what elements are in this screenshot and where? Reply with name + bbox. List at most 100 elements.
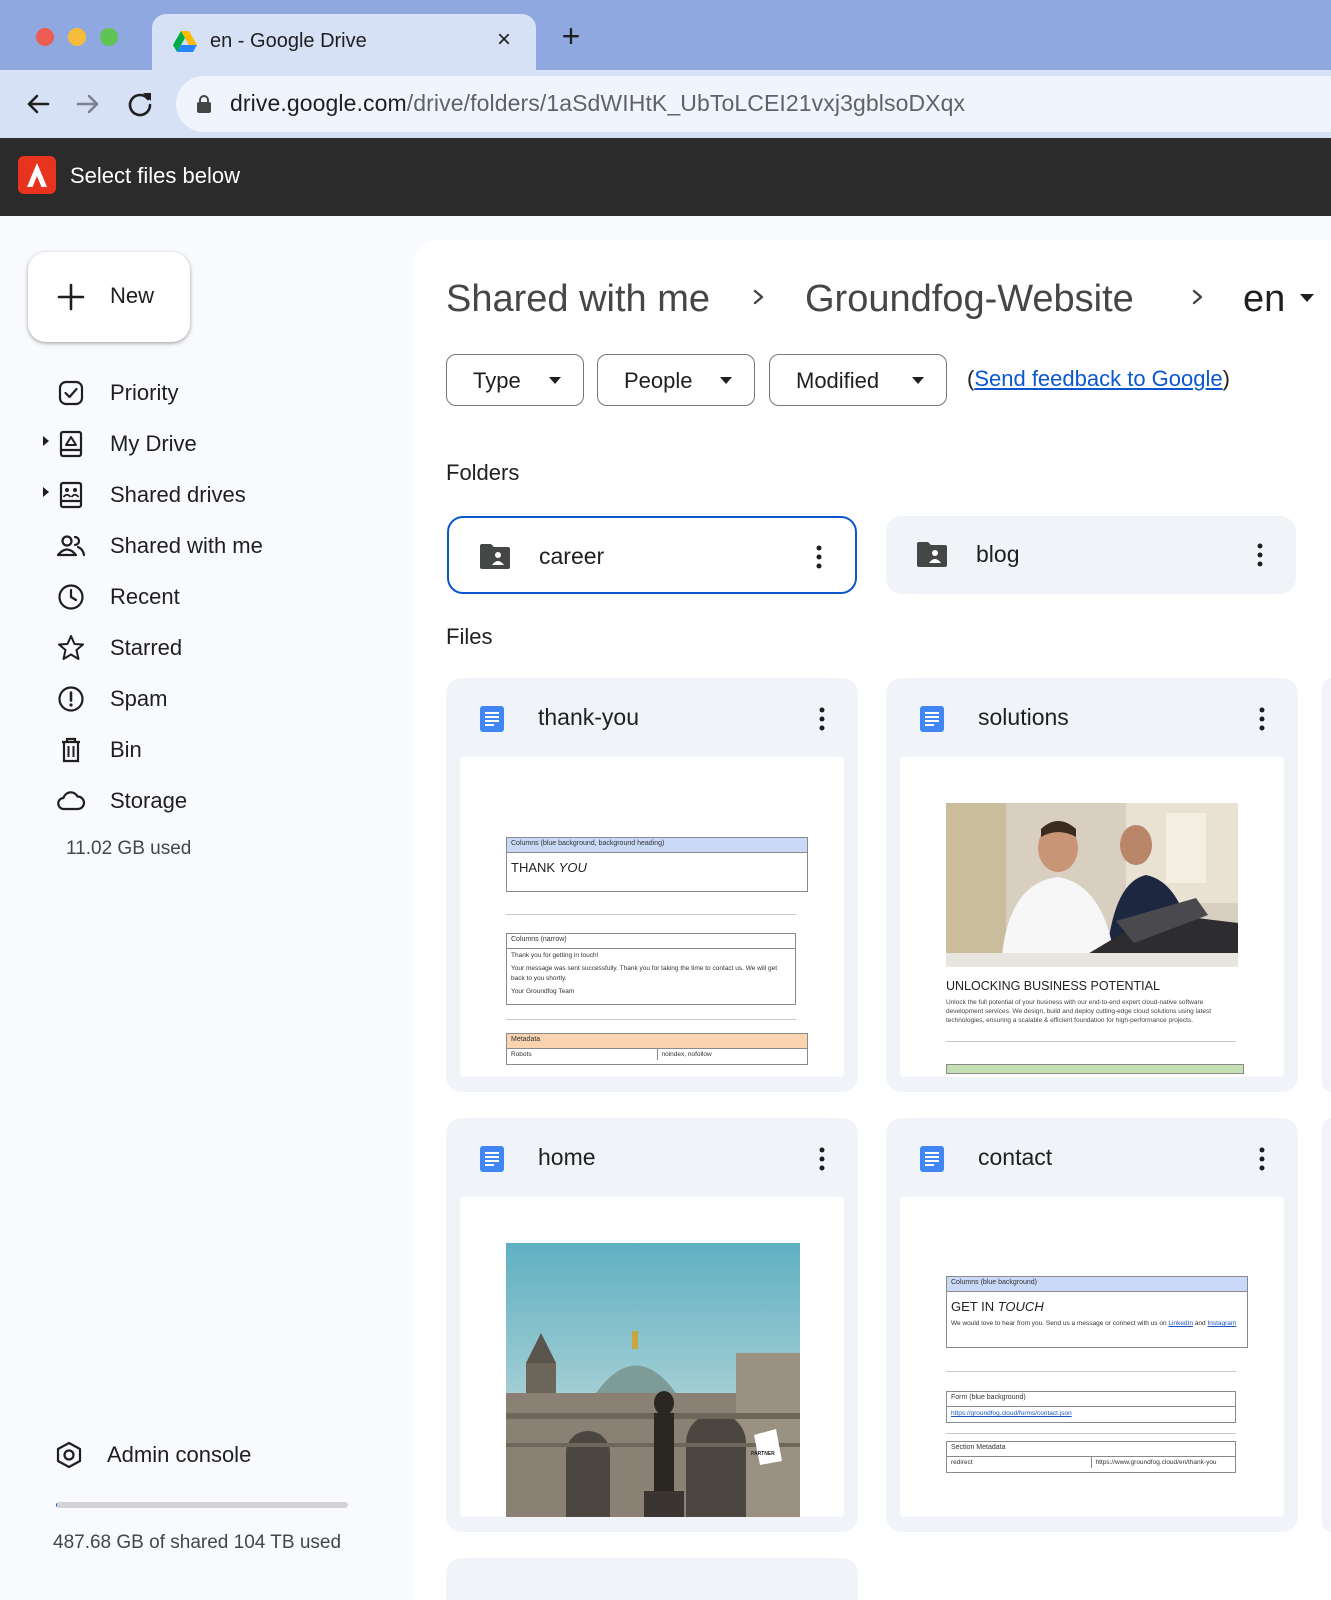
sidebar-item-label: Starred — [110, 635, 183, 660]
google-docs-icon — [480, 706, 504, 732]
preview-heading-block: Columns (blue background, background hea… — [506, 837, 808, 892]
window-maximize-button[interactable] — [100, 28, 118, 46]
google-docs-icon — [920, 1146, 944, 1172]
adobe-logo-icon — [18, 156, 56, 194]
preview-divider — [946, 1433, 1236, 1434]
sidebar-item-bin[interactable]: Bin — [0, 726, 400, 772]
preview-meta-key: redirect — [947, 1457, 1092, 1468]
file-card-partial[interactable] — [446, 1558, 858, 1600]
chevron-right-icon — [753, 289, 764, 305]
chevron-right-icon — [1192, 289, 1203, 305]
sidebar-item-recent[interactable]: Recent — [0, 573, 400, 619]
preview-block-header: Form (blue background) — [947, 1392, 1235, 1407]
folder-item-career[interactable]: career — [447, 516, 857, 594]
preview-metadata-row: redirect https://www.groundfog.cloud/en/… — [947, 1457, 1235, 1468]
folders-section-label: Folders — [446, 460, 520, 485]
sidebar-item-label: Shared drives — [110, 482, 246, 507]
sidebar-item-label: My Drive — [110, 431, 197, 456]
sidebar-item-priority[interactable]: Priority — [0, 369, 400, 415]
forward-arrow-icon[interactable] — [72, 88, 104, 120]
window-minimize-button[interactable] — [68, 28, 86, 46]
trash-icon — [62, 737, 80, 763]
more-options-icon[interactable] — [810, 704, 834, 734]
sidebar-item-label: Spam — [110, 686, 168, 711]
sidebar-item-my-drive[interactable]: My Drive — [0, 420, 400, 466]
admin-console-link[interactable]: Admin console — [0, 1432, 400, 1478]
sidebar-item-label: Recent — [110, 584, 180, 609]
shared-with-me-icon — [56, 535, 86, 557]
file-card-thank-you[interactable]: thank-you Columns (blue background, back… — [446, 678, 858, 1092]
adobe-extension-bar: Select files below — [0, 138, 1331, 216]
document-preview: UNLOCKING BUSINESS POTENTIAL Unlock the … — [900, 757, 1284, 1077]
preview-line: We would love to hear from you. Send us … — [947, 1317, 1247, 1330]
preview-heading-text: GET IN — [951, 1299, 998, 1314]
sidebar-item-starred[interactable]: Starred — [0, 624, 400, 670]
preview-green-block — [946, 1064, 1244, 1074]
spam-icon — [58, 686, 84, 712]
file-card-solutions[interactable]: solutions UNLOCKING BUSINESS POTENTIAL U… — [886, 678, 1298, 1092]
more-options-icon[interactable] — [810, 1144, 834, 1174]
reload-icon[interactable] — [124, 88, 156, 120]
preview-line: Your Groundfog Team — [511, 988, 575, 996]
filter-modified-chip[interactable]: Modified — [769, 354, 947, 406]
feedback-paren-close: ) — [1222, 366, 1230, 391]
preview-form-block: Form (blue background) https://groundfog… — [946, 1391, 1236, 1423]
new-button[interactable]: New — [28, 252, 190, 342]
sidebar-item-spam[interactable]: Spam — [0, 675, 400, 721]
lock-icon[interactable] — [196, 95, 212, 113]
storage-quota-fill — [56, 1502, 58, 1508]
preview-heading-italic: TOUCH — [997, 1299, 1044, 1314]
admin-console-label: Admin console — [107, 1442, 252, 1467]
admin-console-icon — [56, 1441, 82, 1469]
preview-block-header: Columns (narrow) — [507, 934, 795, 949]
document-preview: Columns (blue background) GET IN TOUCH W… — [900, 1197, 1284, 1517]
sidebar-item-shared-drives[interactable]: Shared drives — [0, 471, 400, 517]
new-button-label: New — [110, 283, 155, 308]
preview-body-block: Columns (narrow) Thank you for getting i… — [506, 933, 796, 1005]
breadcrumb-current-folder[interactable]: en — [1243, 278, 1285, 321]
sidebar-item-label: Priority — [110, 380, 179, 405]
file-card-offscreen[interactable] — [1322, 1118, 1331, 1532]
preview-form-url: https://groundfog.cloud/forms/contact.js… — [951, 1410, 1072, 1417]
more-options-icon[interactable] — [1250, 1144, 1274, 1174]
file-name: home — [538, 1144, 596, 1170]
chevron-down-icon[interactable] — [1300, 294, 1314, 302]
window-close-button[interactable] — [36, 28, 54, 46]
document-preview: Columns (blue background, background hea… — [460, 757, 844, 1077]
files-section-label: Files — [446, 624, 493, 649]
more-options-icon[interactable] — [807, 542, 831, 572]
google-docs-icon — [480, 1146, 504, 1172]
expand-caret-icon[interactable] — [42, 435, 50, 447]
folder-item-blog[interactable]: blog — [886, 516, 1296, 594]
preview-block-header: Columns (blue background) — [947, 1277, 1247, 1292]
browser-tab-active[interactable]: en - Google Drive × — [152, 14, 536, 70]
filter-people-chip[interactable]: People — [597, 354, 755, 406]
preview-metadata-row: Robots noindex, nofollow — [507, 1049, 807, 1060]
file-card-contact[interactable]: contact Columns (blue background) GET IN… — [886, 1118, 1298, 1532]
expand-caret-icon[interactable] — [42, 486, 50, 498]
sidebar-item-storage[interactable]: Storage — [0, 777, 400, 823]
storage-used-text: 11.02 GB used — [66, 838, 192, 859]
sidebar-item-shared-with-me[interactable]: Shared with me — [0, 522, 400, 568]
preview-heading: UNLOCKING BUSINESS POTENTIAL — [946, 979, 1160, 993]
more-options-icon[interactable] — [1250, 704, 1274, 734]
breadcrumb-groundfog-website[interactable]: Groundfog-Website — [805, 278, 1134, 321]
filter-type-chip[interactable]: Type — [446, 354, 584, 406]
file-card-offscreen[interactable] — [1322, 678, 1331, 1092]
new-tab-button[interactable]: + — [556, 20, 586, 52]
preview-meta-value: https://www.groundfog.cloud/en/thank-you — [1095, 1459, 1217, 1466]
breadcrumb-shared-with-me[interactable]: Shared with me — [446, 278, 710, 321]
url-text: drive.google.com/drive/folders/1aSdWIHtK… — [230, 90, 965, 117]
send-feedback-link[interactable]: Send feedback to Google — [974, 366, 1222, 391]
preview-heading: GET IN TOUCH — [947, 1292, 1247, 1317]
tab-title: en - Google Drive — [210, 30, 367, 52]
back-arrow-icon[interactable] — [22, 88, 54, 120]
office-people-photo — [946, 803, 1238, 967]
address-bar[interactable]: drive.google.com/drive/folders/1aSdWIHtK… — [176, 76, 1331, 132]
browser-toolbar: drive.google.com/drive/folders/1aSdWIHtK… — [0, 70, 1331, 138]
preview-heading: THANK YOU — [507, 853, 807, 882]
more-options-icon[interactable] — [1248, 540, 1272, 570]
storage-quota-text: 487.68 GB of shared 104 TB used — [53, 1532, 342, 1553]
tab-close-icon[interactable]: × — [490, 26, 518, 54]
file-card-home[interactable]: home PARTNER — [446, 1118, 858, 1532]
